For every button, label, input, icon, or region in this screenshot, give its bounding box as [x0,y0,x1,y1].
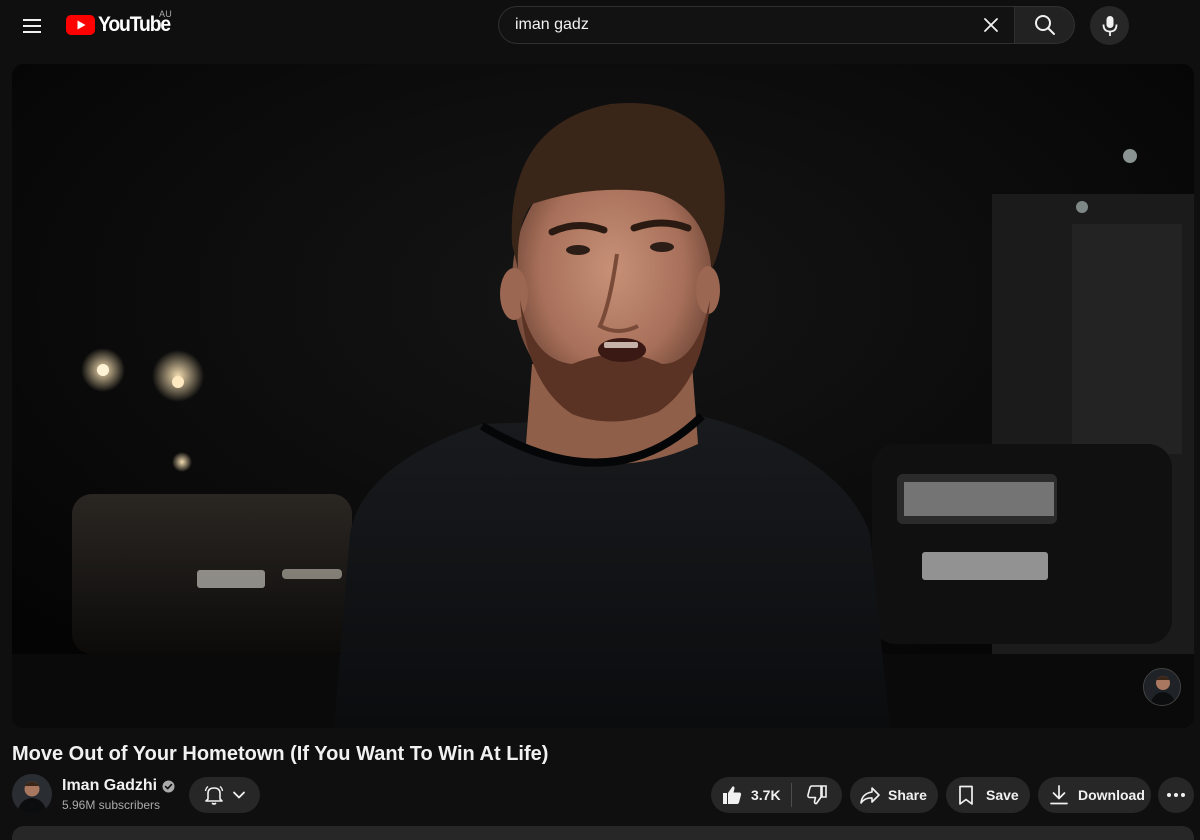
like-dislike-group: 3.7K [711,777,842,813]
chevron-down-icon [232,791,245,799]
channel-name[interactable]: Iman Gadzhi [62,777,157,795]
thumbs-up-icon [723,786,742,804]
search-icon [1034,15,1055,35]
subscriber-count: 5.96M subscribers [62,798,161,812]
like-button[interactable]: 3.7K [711,777,791,813]
video-title: Move Out of Your Hometown (If You Want T… [12,743,549,765]
notification-subscribe-button[interactable] [189,777,260,813]
masthead: YouTube AU [0,0,1200,52]
download-icon [1050,785,1068,805]
voice-search-button[interactable] [1090,6,1129,45]
download-label: Download [1078,787,1145,803]
verified-check-icon [162,780,175,792]
microphone-icon [1102,15,1117,36]
description-box-edge [12,826,1194,840]
video-player[interactable] [12,64,1194,728]
share-label: Share [888,787,927,803]
bookmark-icon [959,785,973,805]
search-input[interactable] [499,7,972,43]
share-arrow-icon [860,787,880,804]
bell-icon [204,785,223,805]
hamburger-menu-icon [23,19,41,33]
more-actions-button[interactable] [1158,777,1194,813]
search-box [498,6,1014,44]
close-icon [984,18,998,32]
channel-watermark[interactable] [1143,668,1181,706]
save-label: Save [986,787,1019,803]
dislike-button[interactable] [792,777,842,813]
avatar-image [12,774,52,814]
like-count: 3.7K [751,787,781,803]
more-horizontal-icon [1167,793,1185,797]
youtube-logo-icon [66,15,95,35]
search-button[interactable] [1014,6,1075,44]
video-frame [12,64,1194,728]
download-button[interactable]: Download [1038,777,1151,813]
channel-avatar[interactable] [12,774,52,814]
clear-search-button[interactable] [972,6,1010,44]
share-button[interactable]: Share [850,777,938,813]
channel-name-row: Iman Gadzhi [62,776,175,796]
thumbs-down-icon [807,785,827,805]
save-button[interactable]: Save [946,777,1030,813]
menu-button[interactable] [12,6,52,46]
country-code: AU [159,9,172,19]
